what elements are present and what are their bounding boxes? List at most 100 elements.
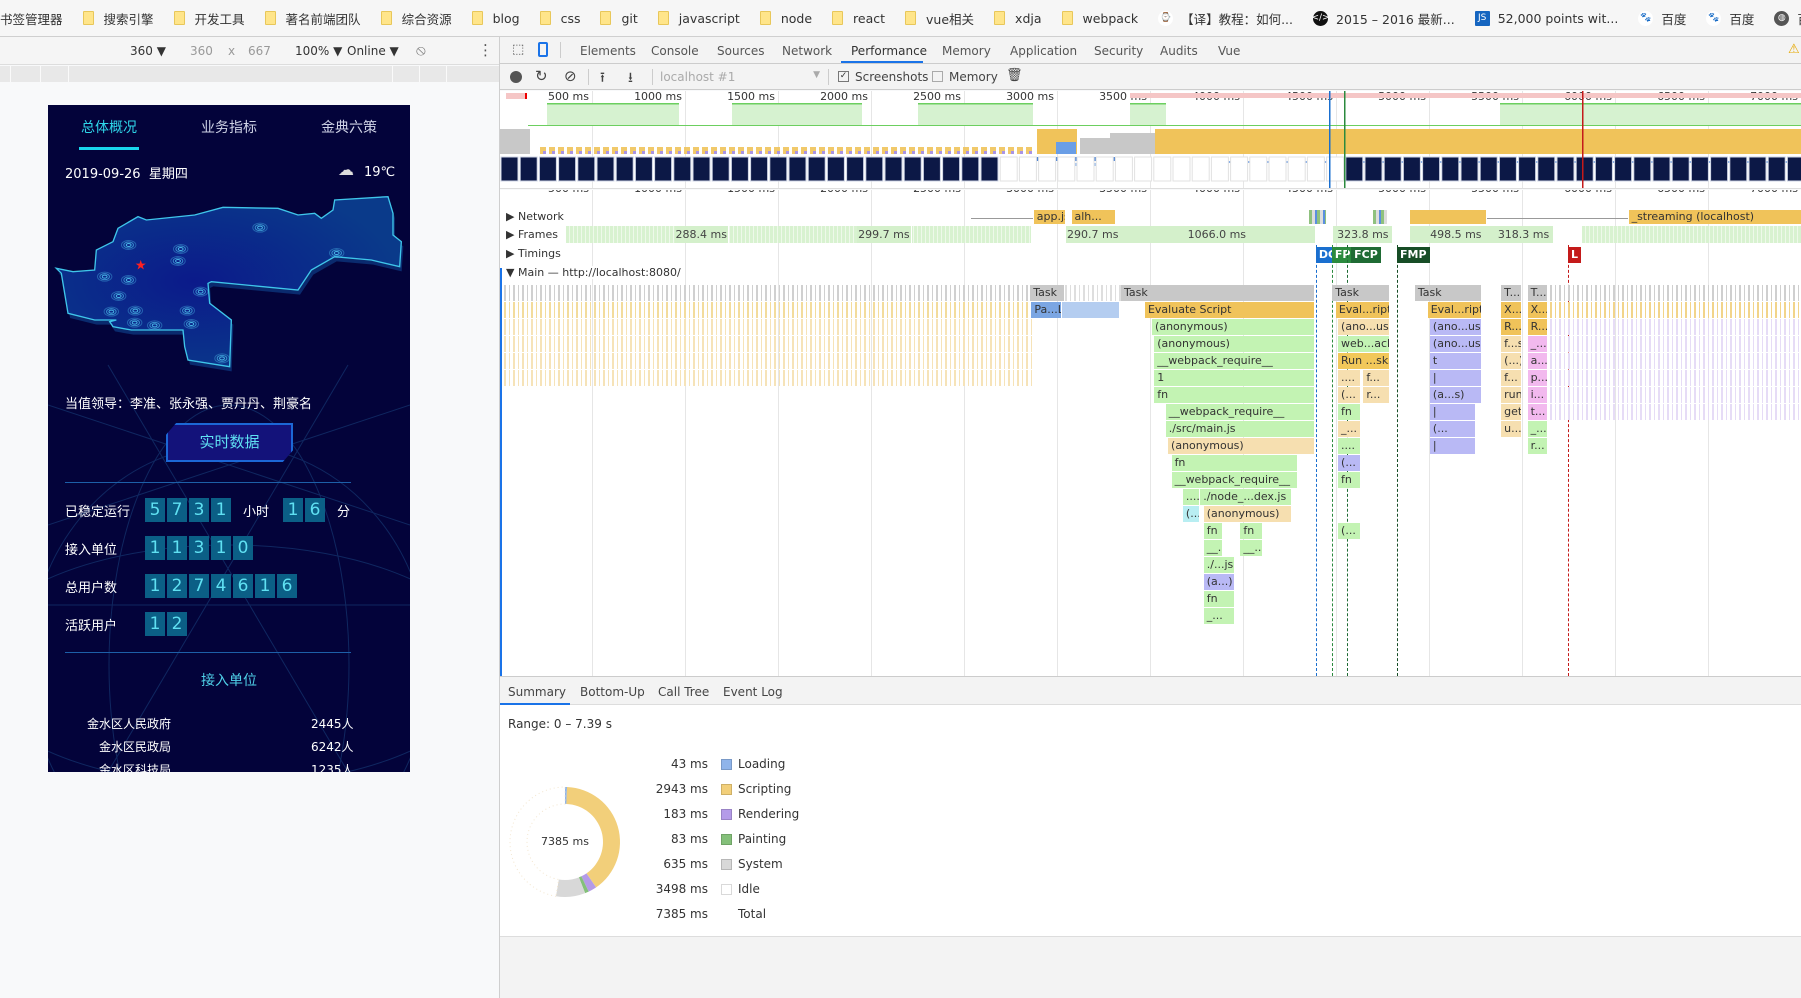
- frame[interactable]: 290.7 ms: [1066, 226, 1121, 243]
- flame-entry[interactable]: Task: [1332, 285, 1390, 301]
- track-timings[interactable]: ▶ Timings: [506, 247, 565, 260]
- flame-entry[interactable]: fn: [1338, 472, 1361, 488]
- flame-entry[interactable]: Eval...ript: [1335, 302, 1390, 318]
- flame-entry[interactable]: get: [1501, 404, 1522, 420]
- flame-entry[interactable]: i...: [1527, 387, 1549, 403]
- frame[interactable]: 498.5 ms: [1409, 226, 1503, 243]
- network-request[interactable]: [1487, 218, 1629, 219]
- bookmark-item[interactable]: blog: [471, 11, 520, 26]
- flame-entry[interactable]: |: [1429, 438, 1476, 454]
- flame-entry[interactable]: ....: [1338, 438, 1361, 454]
- clear-icon[interactable]: ⊘: [564, 67, 577, 85]
- flame-entry[interactable]: Eval...ript: [1427, 302, 1482, 318]
- network-request[interactable]: [1410, 210, 1488, 224]
- zoom-select[interactable]: 100% ▼: [295, 44, 342, 58]
- flame-entry[interactable]: (anonymous): [1168, 438, 1316, 454]
- network-request[interactable]: [1373, 210, 1389, 224]
- tab-elements[interactable]: Elements: [580, 44, 636, 58]
- height-input[interactable]: 667: [248, 44, 271, 58]
- mobile-tab-strategy[interactable]: 金典六策: [321, 117, 377, 137]
- flame-entry[interactable]: f...: [1501, 370, 1522, 386]
- realtime-data-button[interactable]: 实时数据: [166, 423, 293, 462]
- flame-entry[interactable]: t...: [1527, 404, 1549, 420]
- flame-entry[interactable]: 1: [1154, 370, 1316, 386]
- flame-entry[interactable]: |: [1429, 370, 1482, 386]
- flame-entry[interactable]: (a...): [1203, 574, 1235, 590]
- rotate-icon[interactable]: ⦸: [416, 41, 426, 59]
- bookmark-item[interactable]: ◍ 百度: [1774, 9, 1801, 28]
- tab-performance[interactable]: Performance: [851, 44, 927, 58]
- flame-entry[interactable]: __webpack_require__: [1171, 472, 1298, 488]
- track-main[interactable]: ▼ Main — http://localhost:8080/: [506, 266, 685, 279]
- tab-memory[interactable]: Memory: [942, 44, 991, 58]
- frame[interactable]: 1066.0 ms: [1118, 226, 1317, 243]
- flame-entry[interactable]: |: [1429, 404, 1476, 420]
- memory-checkbox[interactable]: [932, 71, 943, 82]
- flame-entry[interactable]: Task: [1030, 285, 1065, 301]
- flame-entry[interactable]: (...: [1182, 506, 1201, 522]
- flame-entry[interactable]: (ano...us): [1338, 319, 1390, 335]
- flame-entry[interactable]: r...: [1527, 438, 1549, 454]
- bookmark-item[interactable]: javascript: [657, 11, 740, 26]
- timing-marker-fmp[interactable]: FMP: [1397, 247, 1430, 263]
- flame-entry[interactable]: (...: [1429, 421, 1476, 437]
- flame-entry[interactable]: __..._: [1203, 540, 1224, 556]
- tab-vue[interactable]: Vue: [1218, 44, 1240, 58]
- bookmark-item[interactable]: JS 52,000 points wit...: [1474, 10, 1618, 26]
- flame-entry[interactable]: run: [1501, 387, 1522, 403]
- flame-entry[interactable]: _...: [1527, 336, 1549, 352]
- flame-entry[interactable]: u...: [1501, 421, 1522, 437]
- flame-entry[interactable]: f...s: [1501, 336, 1522, 352]
- bookmark-item[interactable]: 🐾 百度: [1706, 9, 1754, 28]
- network-request[interactable]: _streaming (localhost): [1628, 210, 1801, 224]
- flame-entry[interactable]: ....: [1338, 370, 1361, 386]
- bookmark-item[interactable]: vue相关: [905, 9, 974, 28]
- flame-entry[interactable]: __webpack_require__: [1154, 353, 1316, 369]
- bookmark-item[interactable]: 著名前端团队: [264, 9, 361, 28]
- media-query-ruler[interactable]: [0, 66, 500, 82]
- warning-icon[interactable]: ⚠: [1788, 42, 1800, 57]
- flame-entry[interactable]: (ano...us): [1429, 336, 1482, 352]
- flame-entry[interactable]: web...ack: [1338, 336, 1390, 352]
- flame-entry[interactable]: fn: [1240, 523, 1264, 539]
- device-toggle-icon[interactable]: [538, 42, 548, 57]
- flame-entry[interactable]: t: [1429, 353, 1482, 369]
- flame-entry[interactable]: ./node_...dex.js: [1200, 489, 1293, 505]
- flame-entry[interactable]: ./src/main.js: [1165, 421, 1316, 437]
- flame-entry[interactable]: (...: [1338, 455, 1361, 471]
- track-network[interactable]: ▶ Network: [506, 210, 568, 223]
- flame-entry[interactable]: Pa...L: [1031, 302, 1063, 318]
- bookmark-item[interactable]: </> 2015 – 2016 最新...: [1311, 9, 1455, 28]
- flame-entry[interactable]: (...: [1338, 387, 1361, 403]
- flame-entry[interactable]: fn: [1338, 404, 1361, 420]
- bookmark-item[interactable]: 🐾 百度: [1638, 9, 1686, 28]
- flame-entry[interactable]: (anonymous): [1203, 506, 1293, 522]
- flame-entry[interactable]: X...: [1501, 302, 1522, 318]
- bookmark-item[interactable]: react: [832, 11, 885, 26]
- flame-entry[interactable]: f...: [1363, 370, 1390, 386]
- flame-chart[interactable]: ▶ Network ▶ Frames ▶ Timings ▼ Main — ht…: [500, 190, 1801, 676]
- network-request[interactable]: alh...: [1071, 210, 1117, 224]
- bookmark-item[interactable]: webpack: [1061, 11, 1138, 26]
- mobile-tab-business[interactable]: 业务指标: [201, 117, 257, 137]
- tab-security[interactable]: Security: [1094, 44, 1143, 58]
- flame-entry[interactable]: (anonymous): [1154, 336, 1316, 352]
- tab-event-log[interactable]: Event Log: [723, 685, 783, 699]
- flame-entry[interactable]: R...: [1527, 319, 1549, 335]
- flame-entry[interactable]: _...: [1203, 608, 1235, 624]
- flame-entry[interactable]: fn: [1154, 387, 1316, 403]
- width-input[interactable]: 360: [190, 44, 213, 58]
- flame-entry[interactable]: Evaluate Script: [1144, 302, 1316, 318]
- bookmark-item[interactable]: 书签管理器: [0, 9, 63, 28]
- flame-entry[interactable]: _...: [1527, 421, 1549, 437]
- flame-entry[interactable]: ....: [1182, 489, 1201, 505]
- tab-summary[interactable]: Summary: [508, 685, 566, 699]
- tab-call-tree[interactable]: Call Tree: [658, 685, 709, 699]
- timing-marker-fcp[interactable]: FCP: [1351, 247, 1381, 263]
- flame-entry[interactable]: (...): [1501, 353, 1522, 369]
- flame-entry[interactable]: a...: [1527, 353, 1549, 369]
- flame-entry[interactable]: [1062, 302, 1120, 318]
- flame-entry[interactable]: X...: [1527, 302, 1549, 318]
- frame[interactable]: 318.3 ms: [1494, 226, 1554, 243]
- bookmark-item[interactable]: ⌚ 【译】教程：如何...: [1158, 9, 1293, 28]
